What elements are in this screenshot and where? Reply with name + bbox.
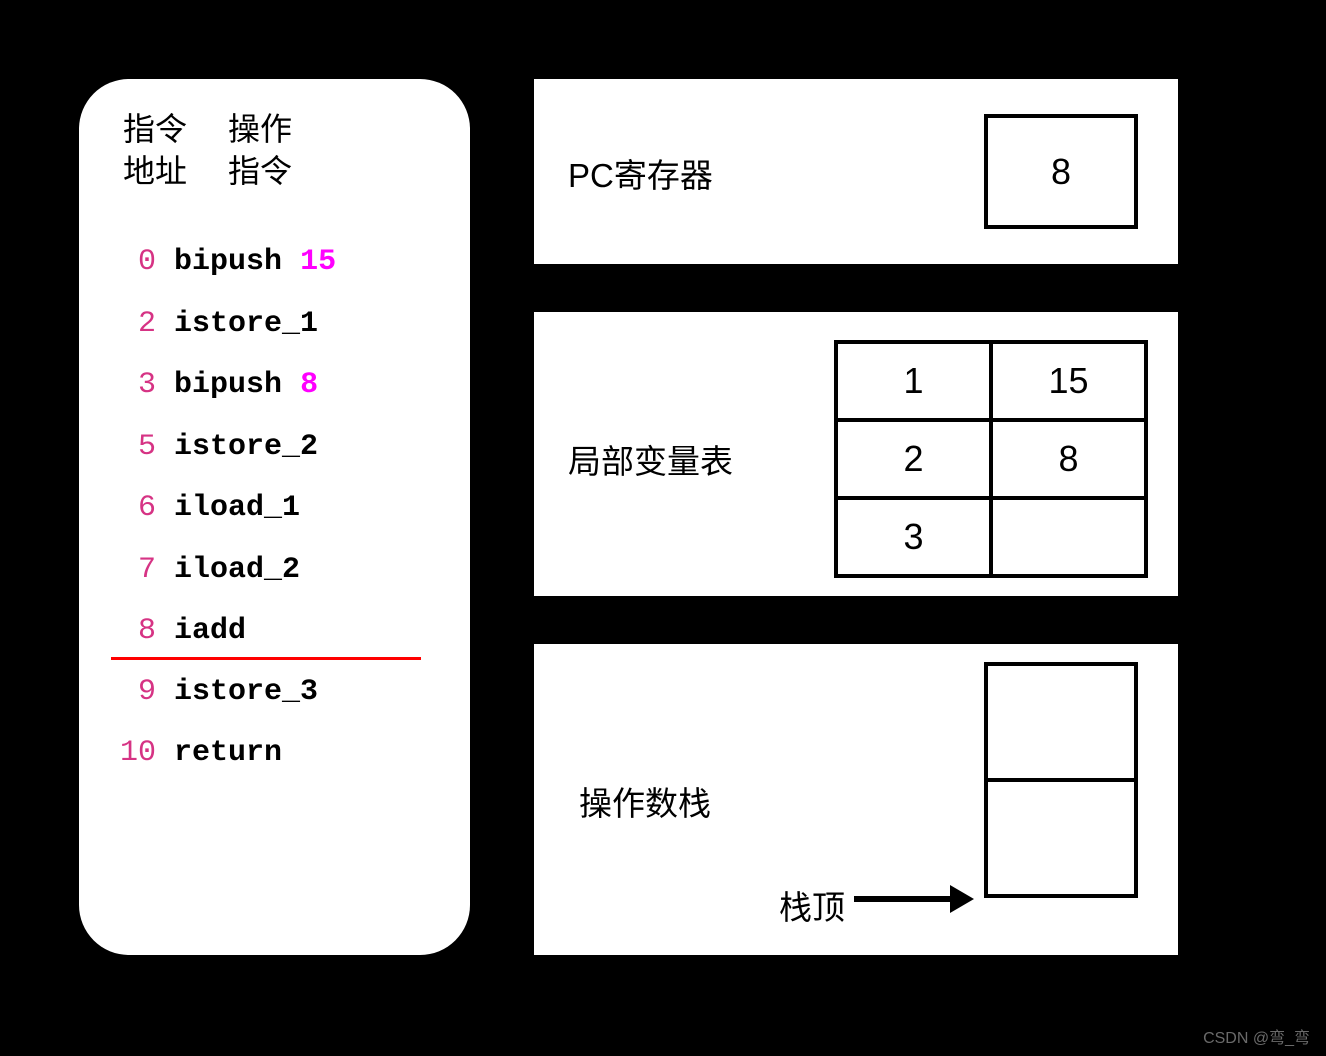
instruction-opcode: iload_2 — [174, 553, 300, 587]
instruction-address: 6 — [101, 478, 156, 540]
header-col1-line2: 地址 — [123, 151, 228, 193]
header-col2-line1: 操作 — [228, 109, 292, 151]
instruction-row: 3 bipush 8 — [101, 355, 448, 417]
instruction-row: 10 return — [101, 723, 448, 785]
table-row: 28 — [836, 420, 1146, 498]
instruction-row: 2 istore_1 — [101, 294, 448, 356]
table-row: 3 — [836, 498, 1146, 576]
instruction-address: 9 — [101, 662, 156, 724]
operand-stack — [984, 662, 1138, 898]
header-col2-line2: 指令 — [228, 151, 292, 193]
instruction-address: 3 — [101, 355, 156, 417]
local-var-label: 局部变量表 — [568, 435, 733, 483]
var-index: 3 — [836, 498, 991, 576]
instruction-list: 0 bipush 152 istore_13 bipush 85 istore_… — [101, 232, 448, 785]
instruction-row: 6 iload_1 — [101, 478, 448, 540]
stack-cell — [984, 778, 1138, 898]
var-value: 15 — [991, 342, 1146, 420]
var-value: 8 — [991, 420, 1146, 498]
local-var-table: 115283 — [834, 340, 1148, 578]
instruction-row: 5 istore_2 — [101, 417, 448, 479]
header-col1-line1: 指令 — [123, 109, 228, 151]
instruction-arg: 8 — [300, 368, 318, 402]
instruction-address: 5 — [101, 417, 156, 479]
instruction-address: 0 — [101, 232, 156, 294]
pc-register-box: PC寄存器 8 — [534, 79, 1178, 264]
instruction-row: 0 bipush 15 — [101, 232, 448, 294]
instruction-opcode: istore_3 — [174, 675, 318, 709]
watermark: CSDN @弯_弯 — [1203, 1024, 1310, 1048]
instruction-address: 2 — [101, 294, 156, 356]
instruction-opcode: istore_1 — [174, 307, 318, 341]
operand-stack-box: 操作数栈 栈顶 — [534, 644, 1178, 955]
stack-top-label: 栈顶 — [779, 881, 845, 929]
right-panel: PC寄存器 8 局部变量表 115283 操作数栈 栈顶 — [534, 79, 1176, 955]
instruction-opcode: bipush — [174, 368, 282, 402]
column-headers: 指令 地址 操作 指令 — [123, 109, 448, 192]
instruction-opcode: iload_1 — [174, 491, 300, 525]
instruction-address: 10 — [101, 723, 156, 785]
instruction-address: 7 — [101, 540, 156, 602]
operand-stack-label: 操作数栈 — [579, 777, 711, 825]
instruction-arg: 15 — [300, 245, 336, 279]
pc-register-value: 8 — [1051, 151, 1071, 193]
table-row: 115 — [836, 342, 1146, 420]
instruction-opcode: return — [174, 736, 282, 770]
instruction-opcode: iadd — [174, 614, 246, 648]
instruction-panel: 指令 地址 操作 指令 0 bipush 152 istore_13 bipus… — [79, 79, 470, 955]
instruction-opcode: istore_2 — [174, 430, 318, 464]
local-var-table-box: 局部变量表 115283 — [534, 312, 1178, 596]
instruction-row: 8 iadd — [101, 601, 448, 663]
var-index: 1 — [836, 342, 991, 420]
instruction-row: 9 istore_3 — [101, 662, 448, 724]
instruction-row: 7 iload_2 — [101, 540, 448, 602]
pc-register-label: PC寄存器 — [568, 149, 713, 197]
instruction-opcode: bipush — [174, 245, 282, 279]
var-index: 2 — [836, 420, 991, 498]
pc-register-value-box: 8 — [984, 114, 1138, 229]
var-value — [991, 498, 1146, 576]
instruction-address: 8 — [101, 601, 156, 663]
stack-cell — [984, 662, 1138, 782]
